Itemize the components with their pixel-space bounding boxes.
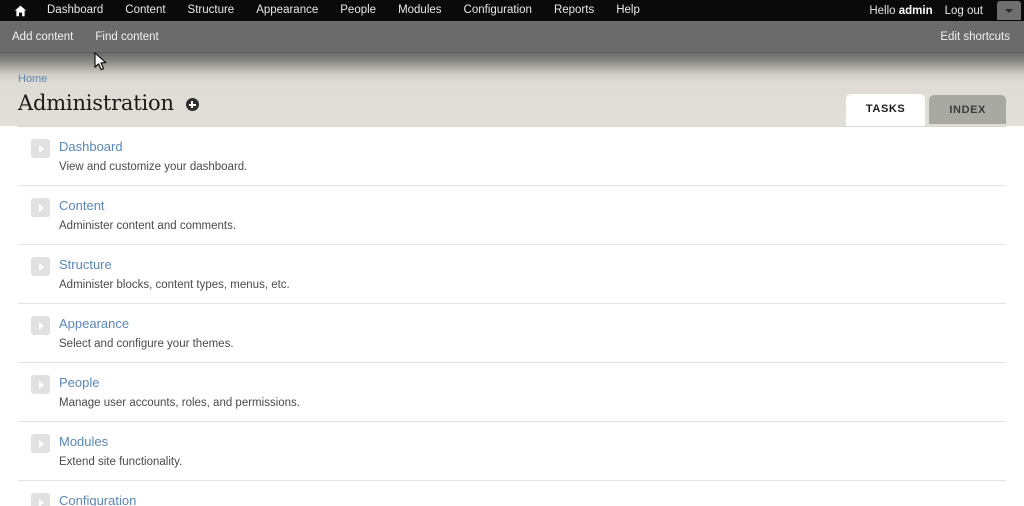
task-link-content[interactable]: Content — [59, 198, 105, 213]
page-header: Home Administration TASKS INDEX — [0, 53, 1024, 126]
username: admin — [899, 5, 933, 17]
logout-link[interactable]: Log out — [945, 5, 997, 17]
list-item[interactable]: Modules Extend site functionality. — [18, 422, 1006, 481]
task-description: Select and configure your themes. — [59, 338, 1006, 350]
home-link[interactable] — [4, 5, 36, 17]
shortcut-bar: Add content Find content Edit shortcuts — [0, 21, 1024, 53]
toolbar-item-dashboard[interactable]: Dashboard — [36, 0, 114, 21]
list-item[interactable]: Content Administer content and comments. — [18, 186, 1006, 245]
toolbar-menu: Dashboard Content Structure Appearance P… — [0, 0, 651, 21]
toolbar-item-people[interactable]: People — [329, 0, 387, 21]
chevron-right-icon — [31, 434, 50, 453]
chevron-right-icon — [31, 198, 50, 217]
task-description: Extend site functionality. — [59, 456, 1006, 468]
list-item[interactable]: Configuration Administer settings. — [18, 481, 1006, 506]
breadcrumb-item-home[interactable]: Home — [18, 73, 47, 85]
toolbar-item-appearance[interactable]: Appearance — [245, 0, 329, 21]
toolbar-item-reports[interactable]: Reports — [543, 0, 605, 21]
task-link-configuration[interactable]: Configuration — [59, 493, 136, 506]
task-link-structure[interactable]: Structure — [59, 257, 112, 272]
chevron-right-icon — [31, 375, 50, 394]
task-description: Administer content and comments. — [59, 220, 1006, 232]
task-description: View and customize your dashboard. — [59, 161, 1006, 173]
task-description: Manage user accounts, roles, and permiss… — [59, 397, 1006, 409]
tab-index[interactable]: INDEX — [929, 95, 1006, 124]
shortcut-find-content[interactable]: Find content — [95, 31, 180, 43]
task-link-modules[interactable]: Modules — [59, 434, 108, 449]
tab-tasks[interactable]: TASKS — [846, 94, 925, 126]
task-link-appearance[interactable]: Appearance — [59, 316, 129, 331]
edit-shortcuts-link[interactable]: Edit shortcuts — [940, 31, 1010, 43]
chevron-right-icon — [31, 493, 50, 506]
chevron-down-icon — [1005, 9, 1013, 13]
task-link-dashboard[interactable]: Dashboard — [59, 139, 123, 154]
admin-toolbar: Dashboard Content Structure Appearance P… — [0, 0, 1024, 21]
breadcrumb: Home — [18, 53, 1024, 85]
toolbar-user-area: Hello admin Log out — [869, 0, 1024, 21]
home-icon — [14, 5, 27, 17]
task-link-people[interactable]: People — [59, 375, 99, 390]
plus-circle-icon[interactable] — [186, 98, 199, 111]
page-title: Administration — [18, 91, 174, 115]
toolbar-item-configuration[interactable]: Configuration — [453, 0, 543, 21]
list-item[interactable]: Appearance Select and configure your the… — [18, 304, 1006, 363]
toolbar-item-structure[interactable]: Structure — [177, 0, 246, 21]
list-item[interactable]: Structure Administer blocks, content typ… — [18, 245, 1006, 304]
toolbar-item-content[interactable]: Content — [114, 0, 176, 21]
admin-task-list: Dashboard View and customize your dashbo… — [18, 126, 1006, 506]
task-description: Administer blocks, content types, menus,… — [59, 279, 1006, 291]
user-greeting: Hello admin — [869, 5, 944, 17]
chevron-right-icon — [31, 257, 50, 276]
shortcut-add-content[interactable]: Add content — [12, 31, 95, 43]
content-area: Dashboard View and customize your dashbo… — [0, 126, 1024, 506]
chevron-right-icon — [31, 139, 50, 158]
list-item[interactable]: Dashboard View and customize your dashbo… — [18, 127, 1006, 186]
toolbar-item-modules[interactable]: Modules — [387, 0, 452, 21]
toolbar-toggle-button[interactable] — [997, 1, 1021, 20]
primary-tabs: TASKS INDEX — [846, 94, 1006, 126]
chevron-right-icon — [31, 316, 50, 335]
greeting-prefix: Hello — [869, 5, 895, 17]
toolbar-item-help[interactable]: Help — [605, 0, 651, 21]
list-item[interactable]: People Manage user accounts, roles, and … — [18, 363, 1006, 422]
